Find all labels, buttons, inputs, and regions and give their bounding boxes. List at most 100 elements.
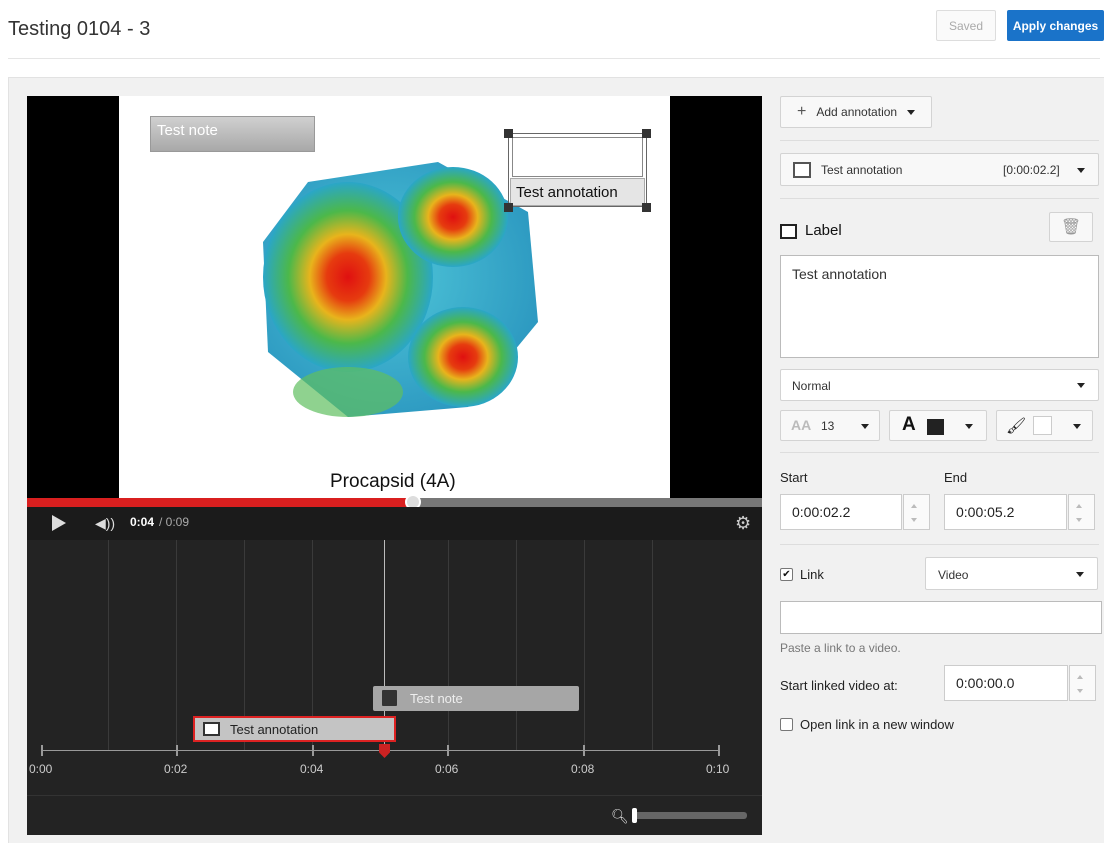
search-icon: 🔍︎	[611, 808, 629, 824]
timeline-item-test-annotation[interactable]: Test annotation	[193, 716, 396, 742]
apply-changes-button[interactable]: Apply changes	[1007, 10, 1104, 41]
panel-divider	[780, 140, 1099, 141]
link-url-input[interactable]	[780, 601, 1102, 634]
background-color-select[interactable]: 🖌︎	[996, 410, 1093, 441]
note-annotation-overlay[interactable]: Test note	[150, 116, 315, 152]
chevron-down-icon	[907, 109, 916, 115]
annotation-type-label: Label	[805, 222, 842, 239]
timeline-tick	[718, 745, 720, 756]
annotation-selector-label: Test annotation	[821, 163, 903, 177]
saved-button[interactable]: Saved	[936, 10, 996, 41]
video-content-image	[263, 162, 538, 417]
delete-annotation-button[interactable]: 🗑︎	[1049, 212, 1093, 242]
play-icon[interactable]	[52, 515, 66, 531]
link-checkbox-label: Link	[800, 567, 824, 582]
resize-handle-top-right[interactable]	[642, 129, 651, 138]
text-color-select[interactable]: A	[889, 410, 987, 441]
annotation-selector-time: [0:00:02.2]	[1003, 163, 1060, 177]
annotation-overlay-label: Test annotation	[510, 178, 645, 206]
panel-divider	[780, 198, 1099, 199]
volume-icon[interactable]: ◀))	[95, 515, 115, 532]
annotation-inner-area	[512, 137, 643, 177]
start-time-input[interactable]: 0:00:02.2	[780, 494, 902, 530]
style-select-value: Normal	[792, 379, 831, 393]
chevron-down-icon	[861, 424, 869, 429]
timeline-zoom-handle[interactable]	[632, 808, 637, 823]
timeline-tick	[583, 745, 585, 756]
chevron-down-icon	[1076, 572, 1084, 577]
timeline-gridline	[108, 540, 109, 750]
add-annotation-button[interactable]: + Add annotation	[780, 96, 932, 128]
start-time-stepper[interactable]	[903, 494, 930, 530]
timeline-gridline	[176, 540, 177, 750]
end-time-label: End	[944, 470, 968, 485]
end-time-stepper[interactable]	[1068, 494, 1095, 530]
timeline-zoom-slider[interactable]	[632, 812, 747, 819]
font-size-value: 13	[821, 419, 835, 433]
timeline-divider	[27, 795, 762, 796]
video-caption: Procapsid (4A)	[330, 471, 456, 492]
increment-icon[interactable]	[911, 504, 917, 508]
timeline-gridline	[652, 540, 653, 750]
add-annotation-label: Add annotation	[816, 105, 898, 119]
current-time: 0:04	[130, 515, 155, 529]
timeline-tick-label: 0:04	[300, 762, 324, 776]
decrement-icon[interactable]	[1077, 689, 1083, 693]
timeline-item-label: Test annotation	[230, 722, 319, 737]
header-divider	[8, 58, 1100, 59]
resize-handle-bottom-left[interactable]	[504, 203, 513, 212]
timeline-tick	[312, 745, 314, 756]
gear-icon[interactable]: ⚙	[735, 513, 751, 534]
label-type-icon	[780, 224, 797, 239]
paint-bucket-icon: 🖌︎	[1006, 418, 1027, 435]
link-type-select[interactable]: Video	[925, 557, 1098, 590]
timeline-tick-label: 0:02	[164, 762, 188, 776]
page-title: Testing 0104 - 3	[8, 18, 151, 40]
timeline-tick	[41, 745, 43, 756]
annotation-style-select[interactable]: Normal	[780, 369, 1099, 401]
increment-icon[interactable]	[1077, 675, 1083, 679]
decrement-icon[interactable]	[1076, 518, 1082, 522]
timeline-gridline	[584, 540, 585, 750]
panel-divider	[780, 544, 1099, 545]
annotation-selector[interactable]: Test annotation [0:00:02.2]	[780, 153, 1099, 186]
chevron-down-icon	[965, 424, 973, 429]
annotation-text-input[interactable]: Test annotation	[780, 255, 1099, 358]
label-icon	[793, 162, 811, 178]
font-size-select[interactable]: AA 13	[780, 410, 880, 441]
link-type-value: Video	[938, 568, 969, 582]
resize-handle-top-left[interactable]	[504, 129, 513, 138]
timeline-tick	[176, 745, 178, 756]
resize-handle-bottom-right[interactable]	[642, 203, 651, 212]
link-hint-text: Paste a link to a video.	[780, 641, 901, 655]
decrement-icon[interactable]	[911, 518, 917, 522]
plus-icon: +	[797, 103, 807, 120]
timeline-tick	[447, 745, 449, 756]
timeline-tick-label: 0:10	[706, 762, 730, 776]
background-color-swatch	[1033, 416, 1052, 435]
start-time-label: Start	[780, 470, 808, 485]
chevron-down-icon	[1077, 383, 1085, 388]
start-linked-video-input[interactable]: 0:00:00.0	[944, 665, 1068, 701]
panel-divider	[780, 452, 1099, 453]
font-size-icon: AA	[791, 417, 812, 433]
timeline-item-label: Test note	[410, 691, 463, 706]
trash-icon: 🗑︎	[1060, 219, 1082, 236]
progress-fill	[27, 498, 413, 507]
open-new-window-checkbox[interactable]	[780, 718, 793, 731]
timeline-item-test-note[interactable]: Test note	[373, 686, 579, 711]
chevron-down-icon	[1073, 424, 1081, 429]
note-icon	[382, 690, 397, 706]
text-color-swatch	[927, 419, 944, 435]
timeline-tick-label: 0:08	[571, 762, 595, 776]
chevron-down-icon	[1077, 168, 1085, 173]
timeline-gridline	[516, 540, 517, 750]
open-new-window-label: Open link in a new window	[800, 717, 954, 732]
link-checkbox[interactable]: ✔	[780, 568, 793, 581]
start-linked-video-stepper[interactable]	[1069, 665, 1096, 701]
timeline-tick-label: 0:06	[435, 762, 459, 776]
end-time-input[interactable]: 0:00:05.2	[944, 494, 1067, 530]
text-color-icon: A	[902, 414, 916, 435]
label-icon	[203, 722, 220, 736]
increment-icon[interactable]	[1076, 504, 1082, 508]
